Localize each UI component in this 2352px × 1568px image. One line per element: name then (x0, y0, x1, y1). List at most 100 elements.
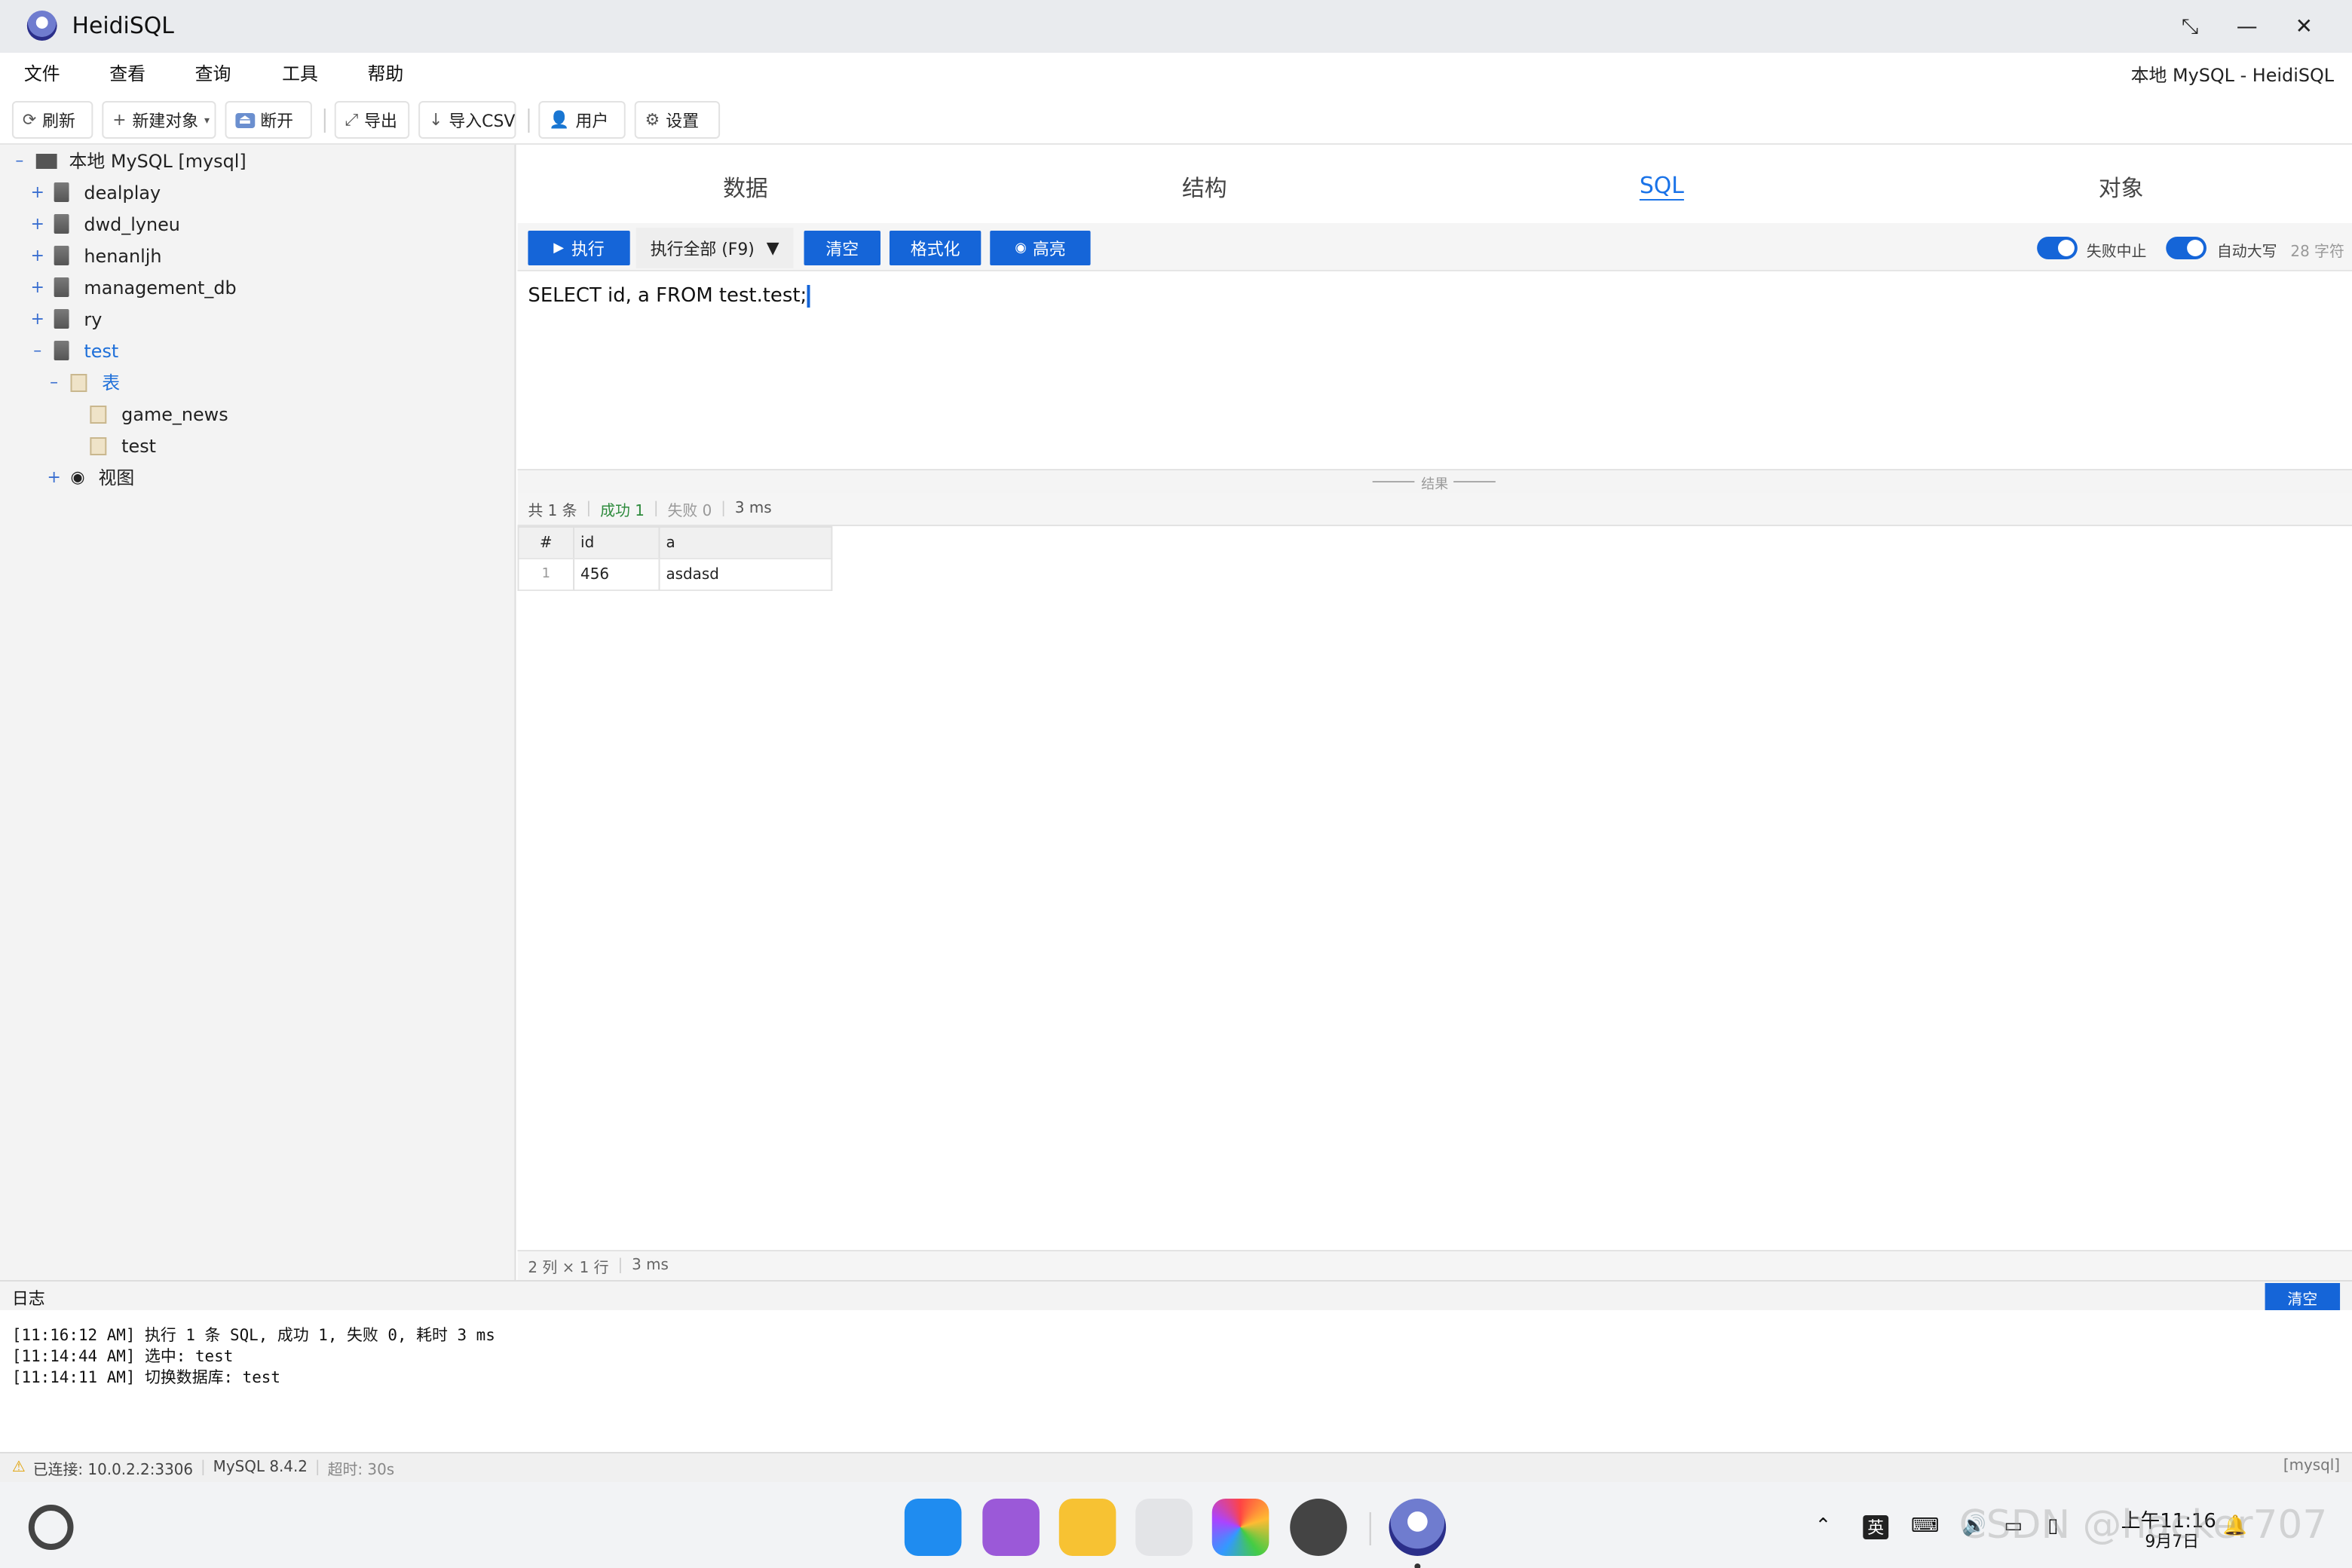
tab-data[interactable]: 数据 (723, 172, 768, 204)
result-status: 2 列 × 1 行 | 3 ms (517, 1250, 2352, 1280)
app-grid-icon[interactable] (904, 1499, 962, 1556)
toolbar-divider (528, 109, 530, 133)
multitask-icon[interactable] (982, 1499, 1040, 1556)
log-line: [11:14:44 AM] 选中: test (11, 1348, 234, 1366)
menu-bar: 文件 查看 查询 工具 帮助 本地 MySQL - HeidiSQL (0, 53, 2352, 92)
menu-file[interactable]: 文件 (24, 60, 60, 86)
tree-tables-folder[interactable]: – 表 (47, 366, 120, 398)
log-clear-button[interactable]: 清空 (2265, 1283, 2341, 1310)
sql-editor[interactable]: SELECT id, a FROM test.test; (517, 273, 2352, 469)
expand-icon[interactable]: + (30, 246, 45, 265)
expand-icon[interactable]: + (30, 277, 45, 297)
tree-table-test[interactable]: test (90, 430, 156, 461)
grid-cell-a[interactable]: asdasd (660, 559, 831, 591)
results-splitter[interactable]: 结果 (517, 469, 2352, 493)
execute-button[interactable]: ▶ 执行 (528, 231, 630, 265)
tree-db-label: test (84, 340, 119, 361)
tree-db-test[interactable]: – test (30, 335, 118, 366)
eject-icon: ⏏ (235, 112, 255, 127)
heidisql-taskbar-icon[interactable] (1389, 1499, 1447, 1556)
text-caret (807, 285, 810, 308)
main-tabs: 数据 结构 SQL 对象 (517, 145, 2352, 223)
import-csv-label: 导入CSV (449, 111, 516, 130)
tab-sql[interactable]: SQL (1640, 172, 1684, 199)
user-icon: 👤 (549, 110, 570, 130)
files-icon[interactable] (1058, 1499, 1116, 1556)
close-button[interactable]: ✕ (2286, 11, 2322, 44)
status-bar: ⚠ 已连接: 10.0.2.2:3306 | MySQL 8.4.2 | 超时: 3… (0, 1452, 2352, 1482)
tree-db-dealplay[interactable]: + dealplay (30, 176, 161, 208)
tree-db-dwd-lyneu[interactable]: + dwd_lyneu (30, 208, 180, 240)
gear-icon: ⚙ (645, 110, 660, 130)
menu-help[interactable]: 帮助 (367, 60, 403, 86)
tree-db-ry[interactable]: + ry (30, 303, 103, 335)
settings-button[interactable]: ⚙ 设置 (634, 101, 721, 139)
summary-separator: | (586, 501, 592, 517)
tree-root-connection[interactable]: – 本地 MySQL [mysql] (12, 145, 246, 176)
menu-query[interactable]: 查询 (195, 60, 231, 86)
splitter-line (1453, 481, 1496, 482)
highlight-label: 高亮 (1032, 239, 1066, 259)
export-button[interactable]: ⤢ 导出 (334, 101, 410, 139)
photos-icon[interactable] (1211, 1499, 1269, 1556)
trash-icon[interactable] (1135, 1499, 1193, 1556)
expand-icon[interactable]: + (30, 309, 45, 329)
highlight-button[interactable]: ◉ 高亮 (990, 231, 1091, 265)
connection-title: 本地 MySQL - HeidiSQL (2130, 65, 2335, 86)
minimize-button[interactable]: — (2229, 11, 2265, 44)
grid-cell-id[interactable]: 456 (574, 559, 660, 591)
sql-text: SELECT id, a FROM test.test; (528, 285, 807, 308)
execute-all-dropdown[interactable]: 执行全部 (F9) ▼ (635, 228, 794, 268)
restore-window-icon[interactable]: ⤡ (2172, 11, 2208, 44)
sql-editor-text[interactable]: SELECT id, a FROM test.test; (528, 285, 810, 308)
refresh-button[interactable]: ⟳ 刷新 (11, 101, 93, 139)
grid-header-id[interactable]: id (574, 528, 660, 559)
settings-app-icon[interactable] (1290, 1499, 1347, 1556)
expand-icon[interactable]: + (30, 214, 45, 234)
database-icon (54, 182, 69, 202)
stop-on-fail-toggle[interactable] (2037, 237, 2078, 259)
result-grid: # id a 1 456 asdasd (517, 526, 833, 591)
tree-views-folder[interactable]: + ◉ 视图 (47, 461, 135, 493)
menu-view[interactable]: 查看 (109, 60, 145, 86)
grid-header-rownum[interactable]: # (519, 528, 575, 559)
menu-tools[interactable]: 工具 (282, 60, 318, 86)
tab-structure[interactable]: 结构 (1182, 172, 1227, 204)
stop-on-fail-label: 失败中止 (2086, 244, 2147, 261)
export-icon: ⤢ (345, 109, 359, 129)
chevron-up-icon[interactable]: ⌃ (1815, 1515, 1832, 1538)
status-separator: | (201, 1459, 206, 1476)
settings-label: 设置 (666, 111, 699, 130)
grid-header-a[interactable]: a (660, 528, 831, 559)
summary-fail: 失败 0 (667, 504, 712, 520)
play-icon: ▶ (553, 240, 565, 256)
start-circle-icon[interactable] (28, 1505, 74, 1550)
log-panel: [11:16:12 AM] 执行 1 条 SQL, 成功 1, 失败 0, 耗时… (0, 1310, 2352, 1452)
collapse-icon[interactable]: – (30, 341, 45, 360)
tree-db-management-db[interactable]: + management_db (30, 271, 237, 303)
ime-indicator[interactable]: 英 (1863, 1515, 1889, 1539)
status-connection: 已连接: 10.0.2.2:3306 (32, 1462, 194, 1479)
tree-folder-label: 视图 (98, 467, 135, 488)
refresh-label: 刷新 (42, 111, 75, 130)
new-object-button[interactable]: + 新建对象 ▾ (102, 101, 216, 139)
users-button[interactable]: 👤 用户 (538, 101, 626, 139)
os-taskbar: ⌃ 英 ⌨ 🔊 ▭ ▯ 上午11:16 9月7日 🔔 CSDN @hacker7… (0, 1482, 2352, 1568)
keyboard-icon[interactable]: ⌨ (1911, 1515, 1939, 1538)
dropdown-icon: ▾ (204, 114, 210, 126)
collapse-icon[interactable]: – (47, 372, 62, 392)
collapse-icon[interactable]: – (12, 151, 27, 170)
format-button[interactable]: 格式化 (889, 231, 982, 265)
users-label: 用户 (575, 111, 609, 130)
disconnect-button[interactable]: ⏏ 断开 (225, 101, 312, 139)
expand-icon[interactable]: + (30, 182, 45, 202)
clear-button[interactable]: 清空 (804, 231, 881, 265)
tab-objects[interactable]: 对象 (2099, 172, 2144, 204)
expand-icon[interactable]: + (47, 467, 62, 487)
tree-table-game-news[interactable]: game_news (90, 398, 228, 430)
import-csv-button[interactable]: ↓ 导入CSV (418, 101, 516, 139)
sql-toolbar: ▶ 执行 执行全部 (F9) ▼ 清空 格式化 ◉ 高亮 失败中止 自动大写 28 字… (517, 223, 2352, 271)
database-icon (54, 246, 69, 265)
tree-db-henanljh[interactable]: + henanljh (30, 240, 162, 271)
auto-uppercase-toggle[interactable] (2166, 237, 2207, 259)
